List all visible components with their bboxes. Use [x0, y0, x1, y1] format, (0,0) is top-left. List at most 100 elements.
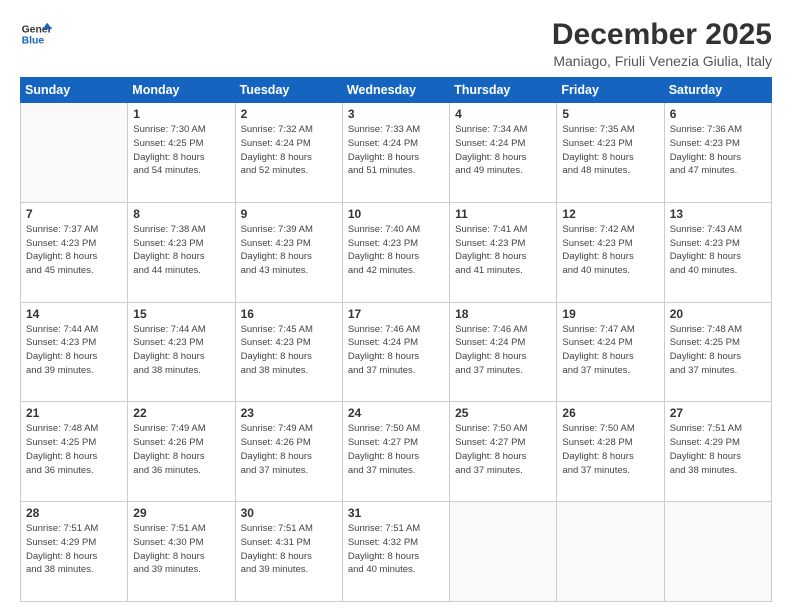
day-info: Sunrise: 7:50 AMSunset: 4:27 PMDaylight:… [455, 422, 551, 477]
day-number: 11 [455, 207, 551, 221]
day-number: 20 [670, 307, 766, 321]
day-info: Sunrise: 7:49 AMSunset: 4:26 PMDaylight:… [241, 422, 337, 477]
title-block: December 2025 Maniago, Friuli Venezia Gi… [552, 18, 772, 69]
table-row: 2 Sunrise: 7:32 AMSunset: 4:24 PMDaylight… [235, 103, 342, 203]
day-number: 23 [241, 406, 337, 420]
day-info: Sunrise: 7:38 AMSunset: 4:23 PMDaylight:… [133, 223, 229, 278]
day-info: Sunrise: 7:41 AMSunset: 4:23 PMDaylight:… [455, 223, 551, 278]
table-row: 1 Sunrise: 7:30 AMSunset: 4:25 PMDaylight… [128, 103, 235, 203]
day-number: 2 [241, 107, 337, 121]
day-info: Sunrise: 7:40 AMSunset: 4:23 PMDaylight:… [348, 223, 444, 278]
day-info: Sunrise: 7:46 AMSunset: 4:24 PMDaylight:… [455, 323, 551, 378]
header-thursday: Thursday [450, 78, 557, 103]
table-row: 30 Sunrise: 7:51 AMSunset: 4:31 PMDayligh… [235, 502, 342, 602]
table-row: 28 Sunrise: 7:51 AMSunset: 4:29 PMDayligh… [21, 502, 128, 602]
header-sunday: Sunday [21, 78, 128, 103]
table-row: 3Sunrise: 7:33 AMSunset: 4:24 PMDaylight… [342, 103, 449, 203]
table-row: 31Sunrise: 7:51 AMSunset: 4:32 PMDayligh… [342, 502, 449, 602]
day-number: 3 [348, 107, 444, 121]
day-info: Sunrise: 7:36 AMSunset: 4:23 PMDaylight:… [670, 123, 766, 178]
table-row: 9 Sunrise: 7:39 AMSunset: 4:23 PMDaylight… [235, 202, 342, 302]
day-info: Sunrise: 7:51 AMSunset: 4:31 PMDaylight:… [241, 522, 337, 577]
day-number: 12 [562, 207, 658, 221]
day-info: Sunrise: 7:47 AMSunset: 4:24 PMDaylight:… [562, 323, 658, 378]
day-number: 9 [241, 207, 337, 221]
calendar-week-row: 14 Sunrise: 7:44 AMSunset: 4:23 PMDayligh… [21, 302, 772, 402]
day-number: 10 [348, 207, 444, 221]
page: General Blue December 2025 Maniago, Friu… [0, 0, 792, 612]
table-row: 25 Sunrise: 7:50 AMSunset: 4:27 PMDayligh… [450, 402, 557, 502]
day-number: 22 [133, 406, 229, 420]
table-row: 15Sunrise: 7:44 AMSunset: 4:23 PMDayligh… [128, 302, 235, 402]
table-row [664, 502, 771, 602]
table-row: 27 Sunrise: 7:51 AMSunset: 4:29 PMDayligh… [664, 402, 771, 502]
day-number: 24 [348, 406, 444, 420]
header-monday: Monday [128, 78, 235, 103]
day-info: Sunrise: 7:51 AMSunset: 4:29 PMDaylight:… [670, 422, 766, 477]
header-saturday: Saturday [664, 78, 771, 103]
day-info: Sunrise: 7:32 AMSunset: 4:24 PMDaylight:… [241, 123, 337, 178]
day-info: Sunrise: 7:51 AMSunset: 4:29 PMDaylight:… [26, 522, 122, 577]
day-info: Sunrise: 7:42 AMSunset: 4:23 PMDaylight:… [562, 223, 658, 278]
day-number: 14 [26, 307, 122, 321]
day-number: 26 [562, 406, 658, 420]
day-info: Sunrise: 7:48 AMSunset: 4:25 PMDaylight:… [670, 323, 766, 378]
table-row: 24 Sunrise: 7:50 AMSunset: 4:27 PMDayligh… [342, 402, 449, 502]
day-number: 4 [455, 107, 551, 121]
table-row: 10 Sunrise: 7:40 AMSunset: 4:23 PMDayligh… [342, 202, 449, 302]
table-row [21, 103, 128, 203]
day-number: 27 [670, 406, 766, 420]
table-row: 19 Sunrise: 7:47 AMSunset: 4:24 PMDayligh… [557, 302, 664, 402]
day-info: Sunrise: 7:45 AMSunset: 4:23 PMDaylight:… [241, 323, 337, 378]
day-number: 1 [133, 107, 229, 121]
day-number: 28 [26, 506, 122, 520]
day-info: Sunrise: 7:35 AMSunset: 4:23 PMDaylight:… [562, 123, 658, 178]
day-info: Sunrise: 7:39 AMSunset: 4:23 PMDaylight:… [241, 223, 337, 278]
table-row: 21Sunrise: 7:48 AMSunset: 4:25 PMDayligh… [21, 402, 128, 502]
header-tuesday: Tuesday [235, 78, 342, 103]
day-number: 7 [26, 207, 122, 221]
day-number: 13 [670, 207, 766, 221]
day-number: 29 [133, 506, 229, 520]
table-row: 22 Sunrise: 7:49 AMSunset: 4:26 PMDayligh… [128, 402, 235, 502]
calendar-week-row: 7 Sunrise: 7:37 AMSunset: 4:23 PMDaylight… [21, 202, 772, 302]
table-row: 5Sunrise: 7:35 AMSunset: 4:23 PMDaylight… [557, 103, 664, 203]
calendar-week-row: 28 Sunrise: 7:51 AMSunset: 4:29 PMDayligh… [21, 502, 772, 602]
logo: General Blue [20, 18, 52, 50]
month-title: December 2025 [552, 18, 772, 51]
header-friday: Friday [557, 78, 664, 103]
table-row: 6Sunrise: 7:36 AMSunset: 4:23 PMDaylight… [664, 103, 771, 203]
day-info: Sunrise: 7:50 AMSunset: 4:27 PMDaylight:… [348, 422, 444, 477]
day-info: Sunrise: 7:44 AMSunset: 4:23 PMDaylight:… [133, 323, 229, 378]
day-number: 31 [348, 506, 444, 520]
day-number: 17 [348, 307, 444, 321]
day-info: Sunrise: 7:34 AMSunset: 4:24 PMDaylight:… [455, 123, 551, 178]
table-row: 26 Sunrise: 7:50 AMSunset: 4:28 PMDayligh… [557, 402, 664, 502]
calendar-week-row: 1 Sunrise: 7:30 AMSunset: 4:25 PMDaylight… [21, 103, 772, 203]
table-row: 4 Sunrise: 7:34 AMSunset: 4:24 PMDaylight… [450, 103, 557, 203]
location: Maniago, Friuli Venezia Giulia, Italy [552, 53, 772, 69]
table-row: 8 Sunrise: 7:38 AMSunset: 4:23 PMDaylight… [128, 202, 235, 302]
day-info: Sunrise: 7:50 AMSunset: 4:28 PMDaylight:… [562, 422, 658, 477]
header: General Blue December 2025 Maniago, Friu… [20, 18, 772, 69]
table-row: 29Sunrise: 7:51 AMSunset: 4:30 PMDayligh… [128, 502, 235, 602]
table-row: 17Sunrise: 7:46 AMSunset: 4:24 PMDayligh… [342, 302, 449, 402]
table-row: 11 Sunrise: 7:41 AMSunset: 4:23 PMDayligh… [450, 202, 557, 302]
logo-icon: General Blue [20, 18, 52, 50]
table-row: 20 Sunrise: 7:48 AMSunset: 4:25 PMDayligh… [664, 302, 771, 402]
svg-text:Blue: Blue [22, 36, 45, 47]
table-row: 7 Sunrise: 7:37 AMSunset: 4:23 PMDaylight… [21, 202, 128, 302]
day-number: 19 [562, 307, 658, 321]
day-number: 8 [133, 207, 229, 221]
day-number: 16 [241, 307, 337, 321]
day-info: Sunrise: 7:49 AMSunset: 4:26 PMDaylight:… [133, 422, 229, 477]
calendar-table: Sunday Monday Tuesday Wednesday Thursday… [20, 77, 772, 602]
day-info: Sunrise: 7:30 AMSunset: 4:25 PMDaylight:… [133, 123, 229, 178]
day-number: 25 [455, 406, 551, 420]
day-number: 30 [241, 506, 337, 520]
table-row: 14Sunrise: 7:44 AMSunset: 4:23 PMDayligh… [21, 302, 128, 402]
day-info: Sunrise: 7:48 AMSunset: 4:25 PMDaylight:… [26, 422, 122, 477]
weekday-header-row: Sunday Monday Tuesday Wednesday Thursday… [21, 78, 772, 103]
table-row: 16 Sunrise: 7:45 AMSunset: 4:23 PMDayligh… [235, 302, 342, 402]
day-info: Sunrise: 7:37 AMSunset: 4:23 PMDaylight:… [26, 223, 122, 278]
